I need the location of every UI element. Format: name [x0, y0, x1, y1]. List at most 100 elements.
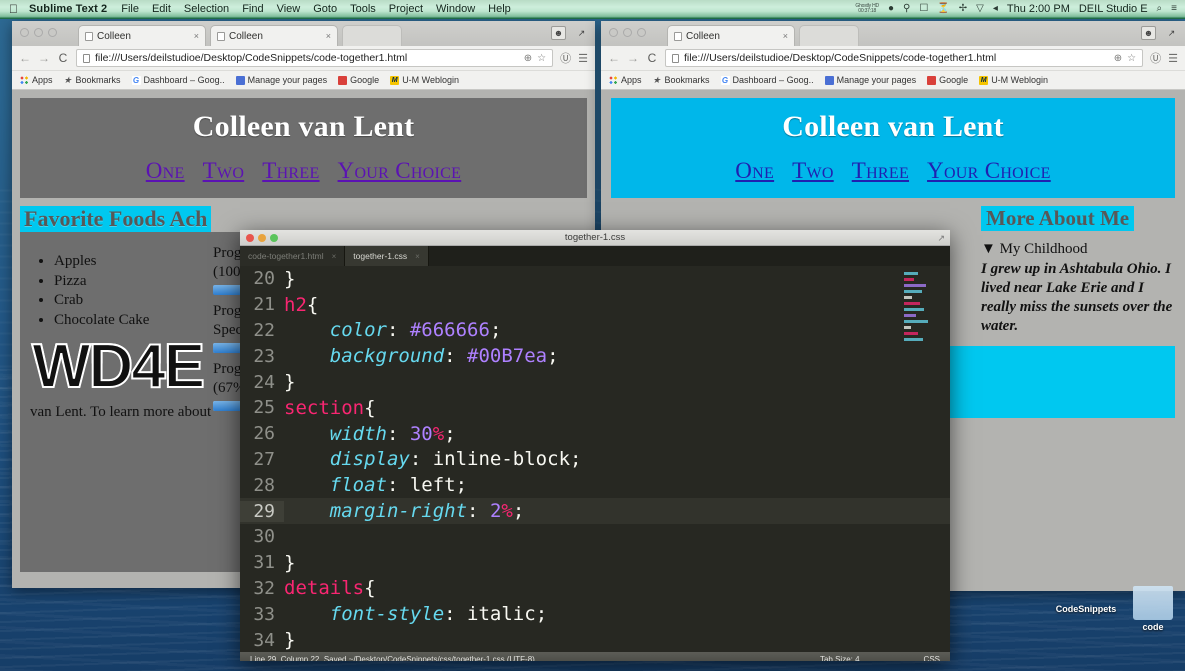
editor-minimap[interactable]: [904, 270, 942, 366]
menu-item-edit[interactable]: Edit: [152, 3, 171, 15]
profile-avatar-icon[interactable]: ☻: [1141, 26, 1156, 40]
window-traffic-lights[interactable]: [20, 28, 57, 37]
bookmark-star-icon[interactable]: ☆: [1127, 53, 1136, 64]
close-tab-icon[interactable]: ×: [326, 31, 331, 41]
syntax-mode-status[interactable]: CSS: [924, 655, 940, 661]
menu-item-help[interactable]: Help: [488, 3, 511, 15]
close-tab-icon[interactable]: ×: [415, 252, 420, 261]
code-line[interactable]: 34}: [240, 627, 950, 652]
menu-item-view[interactable]: View: [277, 3, 301, 15]
forward-icon[interactable]: →: [38, 51, 50, 65]
bookmark-um-weblogin[interactable]: M U-M Weblogin: [979, 75, 1048, 85]
close-tab-icon[interactable]: ×: [783, 31, 788, 41]
minimize-window-button[interactable]: [34, 28, 43, 37]
code-line[interactable]: 21 h2{: [240, 292, 950, 318]
chrome-menu-icon[interactable]: ☰: [1168, 52, 1178, 65]
fullscreen-icon[interactable]: ↗: [1164, 26, 1179, 40]
nav-link-one[interactable]: One: [146, 158, 185, 183]
bookmark-apps[interactable]: Apps: [609, 75, 642, 85]
zoom-window-button[interactable]: [637, 28, 646, 37]
code-editor[interactable]: 20} 21 h2{22 color: #666666; 23 background:…: [240, 266, 950, 652]
zoom-window-button[interactable]: [48, 28, 57, 37]
location-icon[interactable]: ⚲: [903, 4, 910, 14]
nav-link-three[interactable]: Three: [852, 158, 909, 183]
close-tab-icon[interactable]: ×: [332, 252, 337, 261]
code-line[interactable]: 23 background: #00B7ea;: [240, 343, 950, 369]
bookmark-dashboard[interactable]: G Dashboard – Goog..: [131, 75, 225, 85]
zoom-icon[interactable]: ⊕: [524, 53, 532, 64]
spotlight-search-icon[interactable]: ⌕: [1157, 4, 1163, 14]
extension-icon[interactable]: Ⓤ: [560, 50, 571, 66]
menu-app-name[interactable]: Sublime Text 2: [29, 3, 107, 15]
browser-tab[interactable]: Colleen ×: [667, 25, 795, 46]
details-summary[interactable]: ▼ My Childhood: [981, 241, 1175, 258]
close-tab-icon[interactable]: ×: [194, 31, 199, 41]
browser-tab[interactable]: Colleen ×: [78, 25, 206, 46]
code-line[interactable]: 20}: [240, 266, 950, 292]
nav-link-three[interactable]: Three: [262, 158, 319, 183]
zoom-icon[interactable]: ⊕: [1114, 53, 1122, 64]
reload-icon[interactable]: C: [57, 51, 69, 65]
bookmark-manage-pages[interactable]: Manage your pages: [824, 75, 916, 85]
new-tab-button[interactable]: [342, 25, 402, 46]
code-line[interactable]: 31}: [240, 550, 950, 576]
address-bar[interactable]: file:///Users/deilstudioe/Desktop/CodeSn…: [76, 49, 554, 67]
desktop-icon-codesnippets[interactable]: CodeSnippets: [1051, 596, 1121, 614]
bookmark-dashboard[interactable]: G Dashboard – Goog..: [720, 75, 814, 85]
nav-link-two[interactable]: Two: [203, 158, 245, 183]
close-window-button[interactable]: [20, 28, 29, 37]
menu-user-name[interactable]: DEIL Studio E: [1079, 3, 1148, 15]
sublime-tab-css[interactable]: together-1.css ×: [345, 246, 429, 266]
bookmark-google[interactable]: Google: [338, 75, 379, 85]
menu-item-file[interactable]: File: [121, 3, 139, 15]
profile-avatar-icon[interactable]: ☻: [551, 26, 566, 40]
bookmark-bookmarks[interactable]: ★ Bookmarks: [64, 75, 121, 85]
code-line[interactable]: 27 display: inline-block;: [240, 447, 950, 473]
tab-size-status[interactable]: Tab Size: 4: [820, 655, 860, 661]
window-traffic-lights[interactable]: [246, 234, 278, 242]
new-tab-button[interactable]: [799, 25, 859, 46]
bookmark-google[interactable]: Google: [927, 75, 968, 85]
menu-item-goto[interactable]: Goto: [313, 3, 337, 15]
minimize-window-button[interactable]: [258, 234, 266, 242]
code-line[interactable]: 22 color: #666666;: [240, 318, 950, 344]
menu-item-window[interactable]: Window: [436, 3, 475, 15]
page-info-icon[interactable]: [83, 53, 90, 63]
browser-tab[interactable]: Colleen ×: [210, 25, 338, 46]
nav-link-two[interactable]: Two: [792, 158, 834, 183]
time-machine-icon[interactable]: ⏳: [937, 4, 949, 14]
code-line[interactable]: 30: [240, 524, 950, 550]
back-icon[interactable]: ←: [19, 51, 31, 65]
forward-icon[interactable]: →: [627, 51, 639, 65]
bookmark-apps[interactable]: Apps: [20, 75, 53, 85]
close-window-button[interactable]: [609, 28, 618, 37]
bookmark-bookmarks[interactable]: ★ Bookmarks: [653, 75, 710, 85]
code-line[interactable]: 24}: [240, 369, 950, 395]
menu-item-project[interactable]: Project: [389, 3, 423, 15]
extension-icon[interactable]: Ⓤ: [1150, 50, 1161, 66]
sublime-text-window[interactable]: together-1.css ↗ code-together1.html × t…: [240, 230, 950, 661]
bookmark-star-icon[interactable]: ☆: [537, 53, 546, 64]
reload-icon[interactable]: C: [646, 51, 658, 65]
nav-link-one[interactable]: One: [735, 158, 774, 183]
minimize-window-button[interactable]: [623, 28, 632, 37]
desktop-icon-code[interactable]: code: [1118, 586, 1185, 632]
bookmark-manage-pages[interactable]: Manage your pages: [235, 75, 327, 85]
wifi-icon[interactable]: ▽: [976, 4, 984, 14]
apple-logo-icon[interactable]: : [9, 3, 18, 15]
code-line[interactable]: 32 details{: [240, 576, 950, 602]
code-line[interactable]: 25 section{: [240, 395, 950, 421]
resize-icon[interactable]: ↗: [937, 233, 945, 244]
nav-link-your-choice[interactable]: Your Choice: [927, 158, 1051, 183]
menu-item-find[interactable]: Find: [242, 3, 263, 15]
menu-clock[interactable]: Thu 2:00 PM: [1007, 3, 1070, 15]
menu-item-selection[interactable]: Selection: [184, 3, 229, 15]
airplay-icon[interactable]: ☐: [919, 4, 928, 14]
page-info-icon[interactable]: [672, 53, 679, 63]
address-bar[interactable]: file:///Users/deilstudioe/Desktop/CodeSn…: [665, 49, 1144, 67]
fullscreen-icon[interactable]: ↗: [574, 26, 589, 40]
menu-item-tools[interactable]: Tools: [350, 3, 376, 15]
volume-icon[interactable]: ◂: [993, 4, 998, 14]
dropbox-icon[interactable]: ●: [888, 4, 894, 14]
notification-center-icon[interactable]: ≡: [1171, 4, 1177, 14]
